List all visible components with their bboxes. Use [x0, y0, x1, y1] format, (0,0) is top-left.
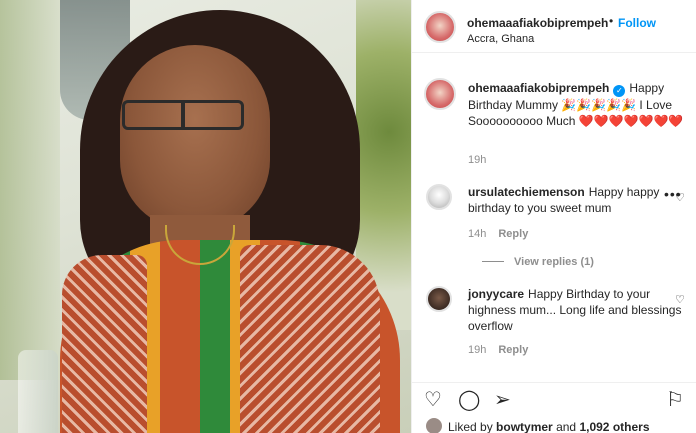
verified-badge-icon: ✓	[613, 85, 626, 97]
separator-dot: •	[609, 14, 614, 28]
author-avatar[interactable]	[424, 78, 456, 110]
lace-sleeve	[240, 245, 380, 433]
post-header: ohemaaafiakobiprempeh • Follow Accra, Gh…	[412, 0, 696, 53]
view-replies-label: View replies (1)	[514, 256, 594, 268]
view-replies-button[interactable]: View replies (1)	[482, 254, 594, 270]
reply-button[interactable]: Reply	[498, 228, 528, 240]
caption-time: 19h	[468, 154, 487, 166]
liker-username[interactable]: bowtymer	[496, 420, 553, 433]
reply-button[interactable]: Reply	[498, 344, 528, 356]
share-icon[interactable]: ➢	[494, 390, 511, 410]
caption-username[interactable]: ohemaaafiakobiprempeh	[468, 81, 609, 95]
comment-like-heart-icon[interactable]: ♡	[675, 292, 687, 306]
commenter-avatar[interactable]	[426, 184, 452, 210]
comment-time: 14h	[468, 228, 487, 240]
replies-line	[482, 261, 504, 262]
heart-icon[interactable]: ♡	[424, 390, 442, 410]
comment-time: 19h	[468, 344, 487, 356]
comment-like-heart-icon[interactable]: ♡	[675, 190, 687, 204]
author-avatar[interactable]	[424, 11, 456, 43]
follow-button[interactable]: Follow	[618, 16, 656, 30]
commenter-avatar[interactable]	[426, 286, 452, 312]
liker-avatar	[426, 418, 442, 433]
face	[120, 45, 270, 230]
likes-count[interactable]: 1,092 others	[579, 420, 649, 433]
foliage	[0, 0, 60, 380]
post-panel: ohemaaafiakobiprempeh • Follow Accra, Gh…	[411, 0, 696, 433]
comment-meta: 19h Reply	[468, 342, 528, 358]
action-bar: ♡ ◯ ➢ ⚐	[412, 382, 696, 416]
likes-summary[interactable]: Liked by bowtymer and 1,092 others	[426, 418, 650, 433]
commenter-username[interactable]: jonyycare	[468, 287, 524, 301]
lace-sleeve	[62, 255, 147, 433]
comment-icon[interactable]: ◯	[458, 390, 480, 410]
post-photo[interactable]	[0, 0, 411, 433]
likes-and: and	[556, 420, 577, 433]
drinking-glass	[18, 350, 58, 433]
bookmark-icon[interactable]: ⚐	[666, 390, 684, 410]
commenter-username[interactable]: ursulatechiemenson	[468, 185, 585, 199]
likes-prefix: Liked by	[448, 420, 493, 433]
eyeglasses	[122, 100, 244, 130]
comment-meta: 14h Reply	[468, 226, 528, 242]
author-username[interactable]: ohemaaafiakobiprempeh	[467, 16, 608, 30]
location-link[interactable]: Accra, Ghana	[467, 33, 534, 45]
